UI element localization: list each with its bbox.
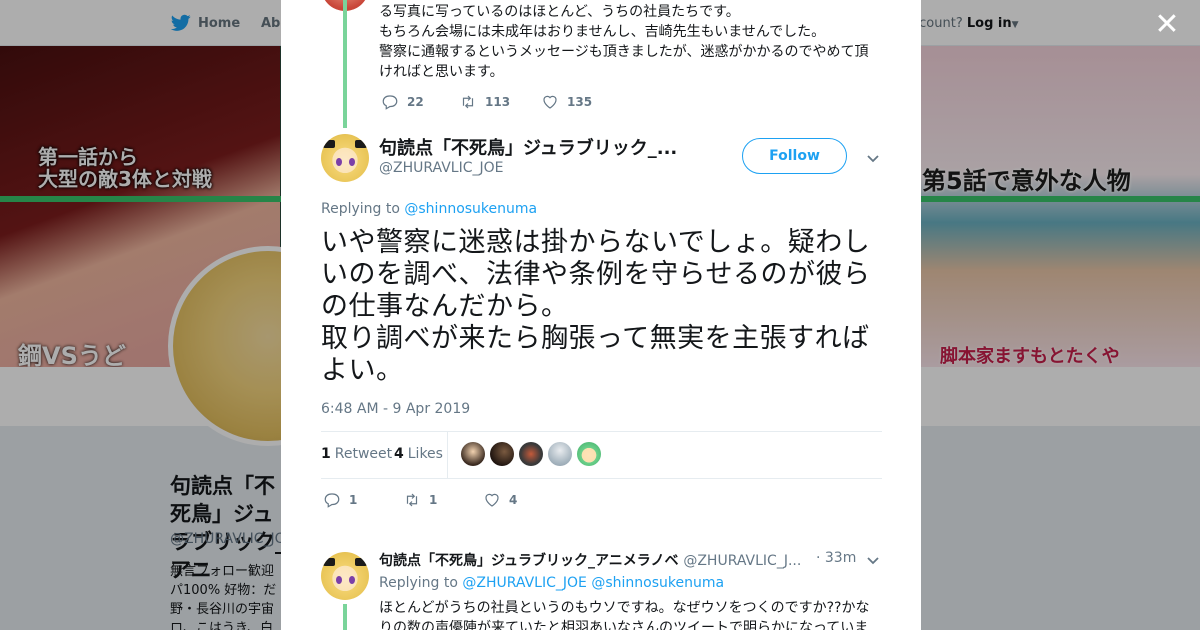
stats-divider [447,432,448,478]
main-tweet-line: の仕事なんだから。 [321,291,569,322]
prev-tweet-line: 警察に通報するというメッセージも頂きましたが、迷惑がかかるのでやめて頂 [379,44,869,60]
retweet-stat-label: Retweet [334,446,393,462]
like-button[interactable]: 4 [483,491,517,509]
reply-tweet-text: ほとんどがうちの社員というのもウソですね。なぜウソをつくのですか??かな りの数… [379,598,879,630]
replying-to-link[interactable]: @shinnosukenuma [404,201,537,217]
reply-tweet-avatar[interactable] [321,552,369,600]
main-tweet-text: いや警察に迷惑は掛からないでしょ。疑わし いのを調べ、法律や条例を守らせるのが彼… [321,227,891,387]
reply-tweet-menu-button[interactable] [866,552,880,566]
main-tweet-author-handle[interactable]: @ZHURAVLIC_JOE [379,160,503,176]
tweet-menu-button[interactable] [866,150,880,164]
reply-tweet-line: りの数の声優陣が来ていたと相羽あいなさんのツイートで明らかになっていま [379,620,869,630]
tweet-stats: 1 Retweet 4 Likes [321,431,882,479]
main-tweet-line: よい。 [321,355,404,386]
tweet-timestamp[interactable]: 6:48 AM - 9 Apr 2019 [321,401,470,417]
replying-prefix: Replying to [321,201,400,217]
reply-tweet-line: ほとんどがうちの社員というのもウソですね。なぜウソをつくのですか??かな [379,600,870,616]
reply-tweet-author-handle: @ZHURAVLIC_J... [683,553,802,569]
reply-icon [382,95,398,110]
avatar-eye [349,158,355,166]
retweet-icon [406,493,418,507]
prev-tweet-line: もちろん会場には未成年はおりませんし、吉崎先生もいませんでした。 [379,24,826,40]
like-stat[interactable]: 4 Likes [394,446,443,462]
prev-tweet-actions: 22 113 135 [381,93,592,111]
main-tweet-avatar[interactable] [321,134,369,182]
prev-tweet-text: る写真に写っているのはほとんど、うちの社員たちです。 もちろん会場には未成年はお… [379,2,879,82]
main-tweet-actions: 1 1 4 [323,491,517,509]
avatar-eye [336,158,342,166]
replying-to-link[interactable]: @shinnosukenuma [591,575,724,591]
liker-avatars [461,442,601,466]
retweet-count: 113 [485,95,511,109]
main-tweet-line: いや警察に迷惑は掛からないでしょ。疑わし [321,227,871,258]
main-tweet-author-name[interactable]: 句読点「不死鳥」ジュラブリック_... [379,134,677,160]
replying-prefix: Replying to [379,575,458,591]
replying-to: Replying to @shinnosukenuma [321,201,537,217]
prev-tweet-line: る写真に写っているのはほとんど、うちの社員たちです。 [379,4,740,20]
avatar-ribbon [355,558,367,566]
heart-icon [485,493,499,507]
retweet-stat-count: 1 [321,446,331,462]
retweet-count: 1 [429,493,438,507]
replying-to-link[interactable]: @ZHURAVLIC_JOE [462,575,586,591]
chevron-down-icon [867,155,879,163]
reply-button[interactable]: 22 [381,93,459,111]
close-icon[interactable]: ✕ [1152,10,1182,40]
prev-tweet-line: ければと思います。 [379,64,504,80]
reply-replying-to: Replying to @ZHURAVLIC_JOE @shinnosukenu… [379,575,724,591]
retweet-stat[interactable]: 1 Retweet [321,446,392,462]
reply-count: 22 [407,95,424,109]
avatar-ribbon [355,140,367,148]
reply-tweet-time[interactable]: · 33m [816,550,856,566]
retweet-button[interactable]: 1 [403,491,483,509]
liker-avatar[interactable] [577,442,601,466]
retweet-icon [462,95,474,109]
reply-button[interactable]: 1 [323,491,403,509]
liker-avatar[interactable] [548,442,572,466]
like-count: 135 [567,95,593,109]
avatar-eye [349,576,355,584]
tweet-modal: る写真に写っているのはほとんど、うちの社員たちです。 もちろん会場には未成年はお… [281,0,921,630]
heart-icon [543,95,557,109]
liker-avatar[interactable] [461,442,485,466]
avatar-ribbon [323,140,335,148]
like-count: 4 [509,493,518,507]
follow-button[interactable]: Follow [742,138,847,174]
avatar-eye [336,576,342,584]
like-stat-count: 4 [394,446,404,462]
reply-icon [324,493,340,508]
reply-tweet-author-name: 句読点「不死鳥」ジュラブリック_アニメラノベ [379,553,679,569]
liker-avatar[interactable] [490,442,514,466]
thread-line [343,604,347,630]
avatar-ribbon [323,558,335,566]
liker-avatar[interactable] [519,442,543,466]
reply-count: 1 [349,493,358,507]
thread-line [343,0,347,128]
like-stat-label: Likes [407,446,443,462]
retweet-button[interactable]: 113 [459,93,541,111]
main-tweet-line: 取り調べが来たら胸張って無実を主張すれば [321,323,870,354]
main-tweet-line: いのを調べ、法律や条例を守らせるのが彼ら [321,259,871,290]
chevron-down-icon [867,557,879,565]
like-button[interactable]: 135 [541,93,592,111]
reply-tweet-author[interactable]: 句読点「不死鳥」ジュラブリック_アニメラノベ @ZHURAVLIC_J... [379,550,801,570]
